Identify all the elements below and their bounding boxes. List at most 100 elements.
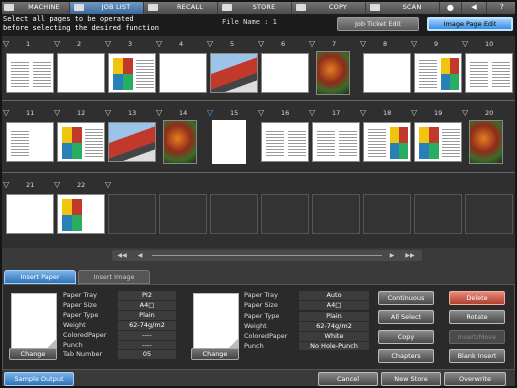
overwrite-button[interactable]: Overwrite	[444, 372, 506, 386]
empty-slot	[363, 194, 411, 234]
insert-marker-icon[interactable]: ▽	[360, 39, 366, 48]
page-thumbnail[interactable]	[210, 53, 258, 93]
insert-marker-icon[interactable]: ▽	[309, 108, 315, 117]
insert-marker-icon[interactable]: ▽	[411, 39, 417, 48]
globe-button[interactable]: ●	[440, 0, 462, 14]
empty-slot	[414, 194, 462, 234]
page-thumbnail[interactable]	[363, 122, 411, 162]
insert-marker-icon[interactable]: ▽	[105, 108, 111, 117]
chapters-button[interactable]: Chapters	[378, 349, 434, 363]
job-list-icon	[74, 3, 84, 11]
right-change-button[interactable]: Change	[191, 348, 239, 360]
insert-marker-icon[interactable]: ▽	[54, 180, 60, 189]
empty-slot	[159, 194, 207, 234]
insert-marker-icon[interactable]: ▽	[3, 108, 9, 117]
insert-marker-icon[interactable]: ▽	[3, 180, 9, 189]
empty-slot	[210, 194, 258, 234]
tab-copy[interactable]: COPY	[292, 0, 366, 14]
volume-button[interactable]: ◀	[462, 0, 487, 14]
insert-marker-icon[interactable]: ▽	[156, 108, 162, 117]
page-thumbnail[interactable]	[414, 122, 462, 162]
continuous-button[interactable]: Continuous	[378, 291, 434, 305]
page-thumbnail[interactable]	[163, 120, 197, 164]
page-thumbnail[interactable]	[316, 51, 350, 95]
right-paper-preview	[193, 293, 239, 349]
insert-marker-icon[interactable]: ▽	[258, 39, 264, 48]
copy-button[interactable]: Copy	[378, 330, 434, 344]
insert-marker-icon[interactable]: ▽	[54, 108, 60, 117]
rotate-button[interactable]: Rotate	[449, 310, 505, 324]
page-thumbnail[interactable]	[57, 194, 105, 234]
scroll-prev-icon[interactable]: ◀	[132, 251, 148, 260]
cancel-button[interactable]: Cancel	[318, 372, 378, 386]
page-thumbnail[interactable]	[108, 122, 156, 162]
tab-store[interactable]: STORE	[218, 0, 292, 14]
insert-move-button[interactable]: Insert/Move	[449, 330, 505, 344]
page-thumbnail[interactable]	[108, 53, 156, 93]
insert-marker-icon[interactable]: ▽	[309, 39, 315, 48]
machine-icon	[4, 3, 14, 11]
scroll-next-icon[interactable]: ▶	[384, 251, 400, 260]
page-thumbnail[interactable]	[465, 53, 513, 93]
tab-job-list[interactable]: JOB LIST	[70, 0, 144, 14]
page-thumbnail[interactable]	[57, 53, 105, 93]
insert-marker-icon[interactable]: ▽	[207, 108, 213, 117]
left-change-button[interactable]: Change	[9, 348, 57, 360]
page-thumbnail[interactable]	[159, 53, 207, 93]
speaker-icon: ◀	[471, 3, 477, 11]
empty-slot	[465, 194, 513, 234]
page-thumbnail[interactable]	[6, 53, 54, 93]
scroll-last-icon[interactable]: ▶▶	[402, 251, 418, 260]
insert-marker-icon[interactable]: ▽	[105, 180, 111, 189]
empty-slot	[312, 194, 360, 234]
page-thumbnail[interactable]	[363, 53, 411, 93]
page-thumbnail[interactable]	[414, 53, 462, 93]
copy-icon	[296, 3, 306, 11]
tab-insert-image[interactable]: Insert Image	[78, 270, 150, 284]
new-store-button[interactable]: New Store	[381, 372, 441, 386]
scan-icon	[370, 3, 380, 11]
left-paper-table: Paper Tray PI2 Paper Size A4□ Paper Type Pl…	[63, 291, 176, 361]
tab-recall[interactable]: RECALL	[144, 0, 218, 14]
insert-marker-icon[interactable]: ▽	[462, 39, 468, 48]
left-paper-preview	[11, 293, 57, 349]
page-thumbnail[interactable]	[261, 53, 309, 93]
page-thumbnail[interactable]	[261, 122, 309, 162]
insert-marker-icon[interactable]: ▽	[156, 39, 162, 48]
page-grid: ▽ 1 ▽ 2 ▽ 3 ▽ 4 ▽ 5 ▽ 6 ▽ 7 ▽ 8 ▽ 9 ▽ 10 ▽ 11 ▽ 12 ▽…	[0, 36, 517, 248]
insert-marker-icon[interactable]: ▽	[360, 108, 366, 117]
page-scrollbar[interactable]: ◀◀ ◀ ▶ ▶▶	[112, 250, 422, 261]
sample-output-button[interactable]: Sample Output	[4, 372, 74, 386]
tab-machine[interactable]: MACHINE	[0, 0, 70, 14]
image-page-edit-button[interactable]: Image Page Edit	[427, 17, 513, 31]
tab-insert-paper[interactable]: Insert Paper	[4, 270, 76, 284]
tab-scan[interactable]: SCAN	[366, 0, 440, 14]
page-thumbnail[interactable]	[6, 122, 54, 162]
page-thumbnail-selected[interactable]	[212, 120, 246, 164]
empty-slot	[261, 194, 309, 234]
help-icon: ?	[500, 3, 504, 11]
row-divider	[0, 100, 517, 101]
insert-marker-icon[interactable]: ▽	[54, 39, 60, 48]
insert-marker-icon[interactable]: ▽	[258, 108, 264, 117]
blank-insert-button[interactable]: Blank Insert	[449, 349, 505, 363]
delete-button[interactable]: Delete	[449, 291, 505, 305]
insert-marker-icon[interactable]: ▽	[105, 39, 111, 48]
right-paper-table: Paper Tray Auto Paper Size A4□ Paper Type P…	[244, 291, 369, 352]
scroll-first-icon[interactable]: ◀◀	[114, 251, 130, 260]
page-thumbnail[interactable]	[6, 194, 54, 234]
insert-marker-icon[interactable]: ▽	[3, 39, 9, 48]
insert-marker-icon[interactable]: ▽	[411, 108, 417, 117]
header-bar: Select all pages to be operated before s…	[0, 14, 517, 36]
recall-icon	[148, 3, 158, 11]
job-ticket-edit-button[interactable]: Job Ticket Edit	[337, 17, 419, 31]
help-button[interactable]: ?	[487, 0, 517, 14]
page-thumbnail[interactable]	[57, 122, 105, 162]
globe-icon: ●	[446, 2, 455, 12]
all-select-button[interactable]: All Select	[378, 310, 434, 324]
insert-marker-icon[interactable]: ▽	[462, 108, 468, 117]
scroll-track[interactable]	[152, 255, 382, 256]
page-thumbnail[interactable]	[312, 122, 360, 162]
insert-marker-icon[interactable]: ▽	[207, 39, 213, 48]
page-thumbnail[interactable]	[469, 120, 503, 164]
